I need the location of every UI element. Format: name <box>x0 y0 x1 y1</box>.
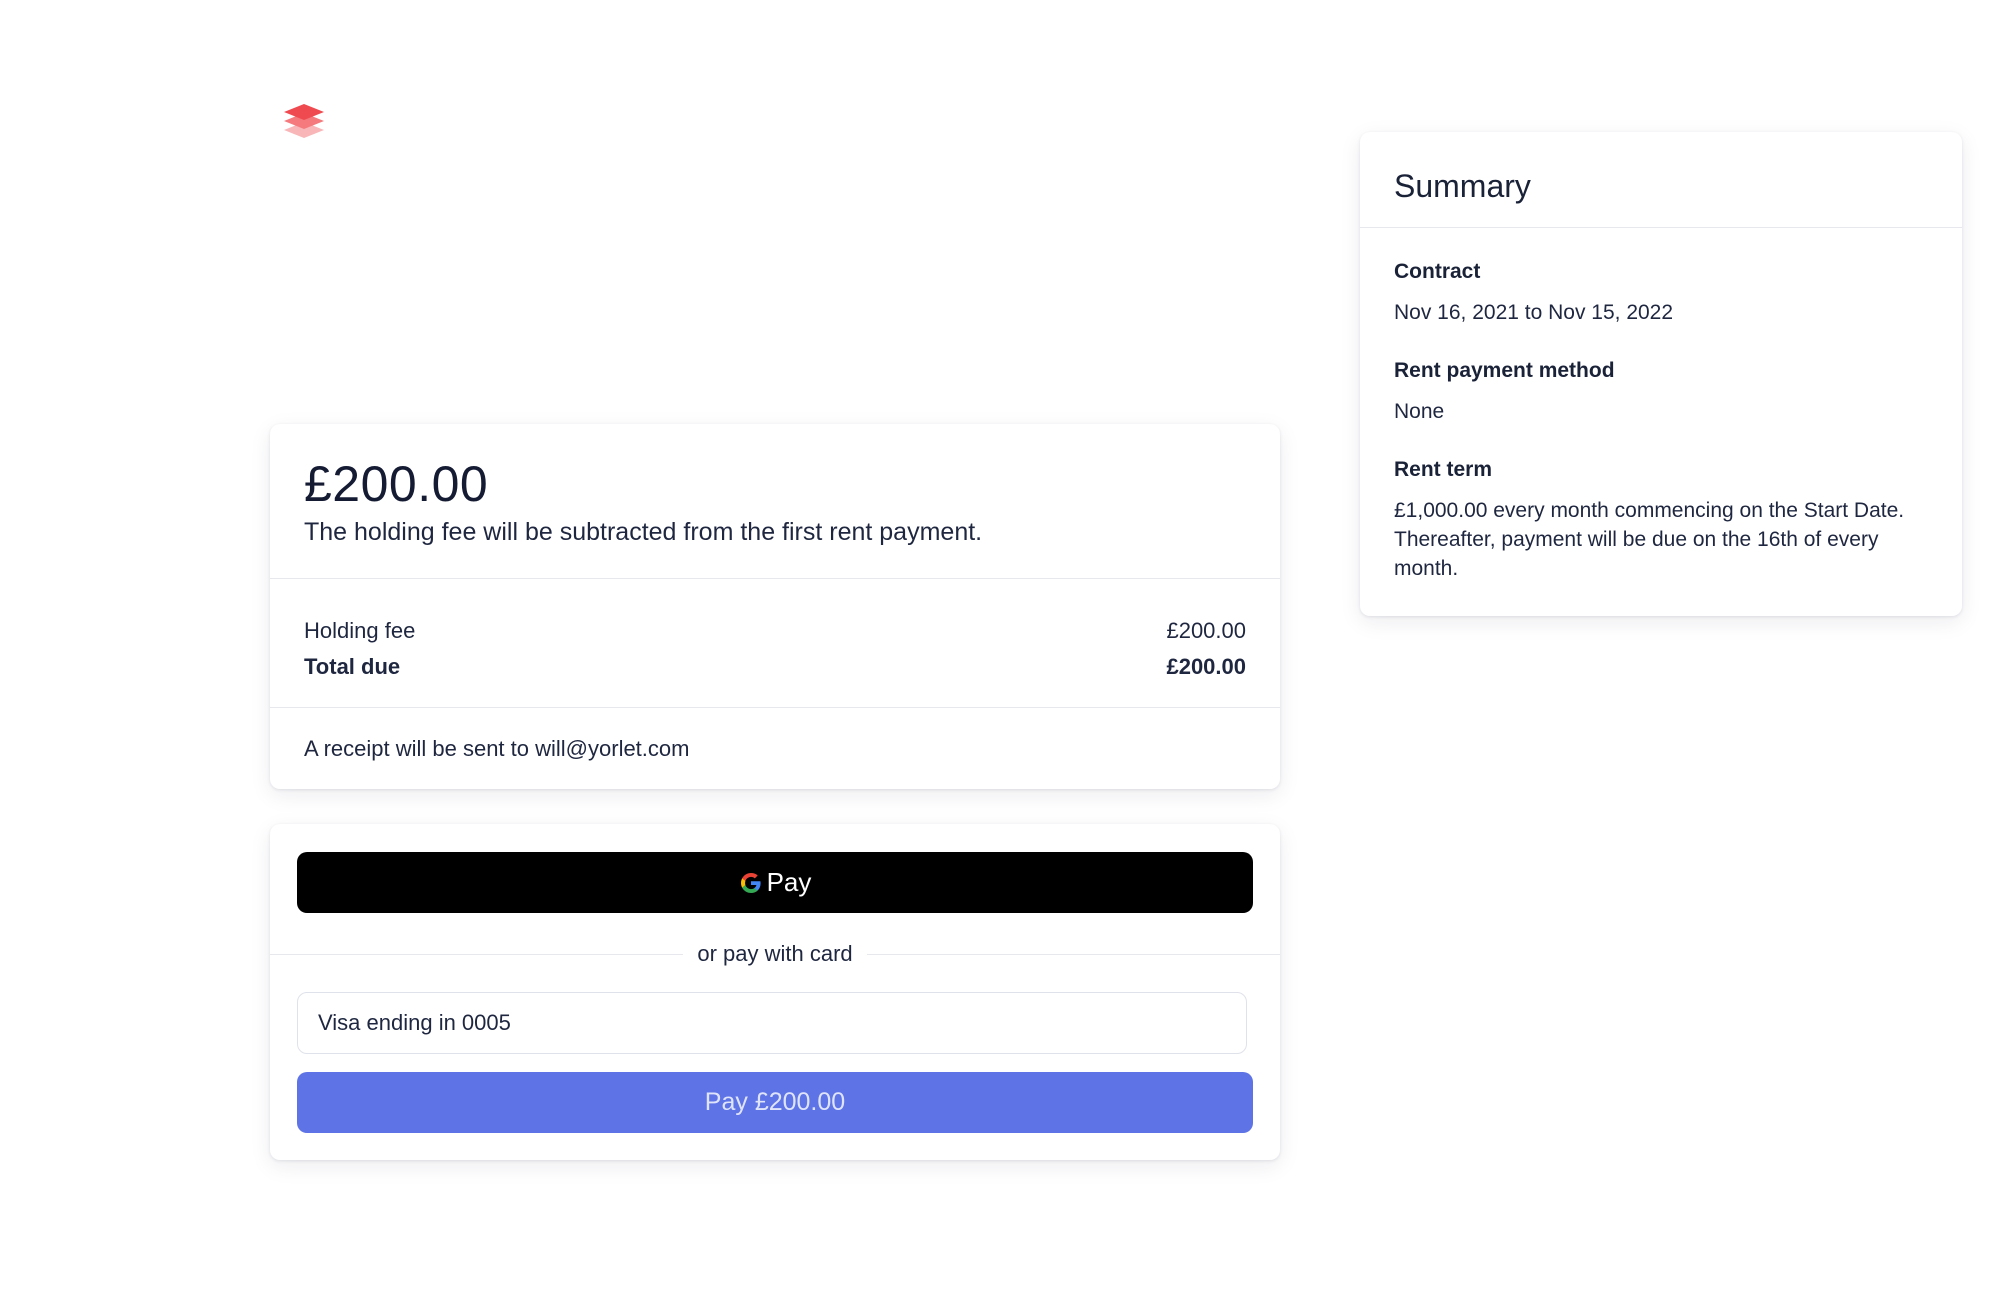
total-label: Total due <box>304 654 401 679</box>
total-value: £200.00 <box>1166 654 1246 679</box>
summary-title: Summary <box>1360 132 1962 228</box>
line-item-value: £200.00 <box>1166 618 1246 643</box>
amount-description: The holding fee will be subtracted from … <box>304 518 983 546</box>
summary-body: Contract Nov 16, 2021 to Nov 15, 2022 Re… <box>1360 228 1962 583</box>
line-item-holding-fee: Holding fee £200.00 <box>304 613 1246 649</box>
google-pay-button[interactable]: Pay <box>297 852 1253 913</box>
payment-method-label: Rent payment method <box>1394 359 1615 382</box>
payment-method-value: None <box>1394 400 1445 423</box>
google-g-icon <box>740 872 761 893</box>
summary-card: Summary Contract Nov 16, 2021 to Nov 15,… <box>1360 132 1962 616</box>
saved-card-label: Visa ending in 0005 <box>318 1010 511 1035</box>
divider-label: or pay with card <box>270 940 1280 968</box>
amount-header: £200.00 The holding fee will be subtract… <box>270 424 1280 579</box>
payment-details-card: £200.00 The holding fee will be subtract… <box>270 424 1280 789</box>
line-item-total: Total due £200.00 <box>304 649 1246 685</box>
pay-button[interactable]: Pay £200.00 <box>297 1072 1253 1133</box>
receipt-notice: A receipt will be sent to will@yorlet.co… <box>304 736 690 761</box>
line-item-label: Holding fee <box>304 618 416 643</box>
contract-section: Contract Nov 16, 2021 to Nov 15, 2022 <box>1394 258 1928 327</box>
payment-method-card: Pay or pay with card Visa ending in 0005… <box>270 824 1280 1160</box>
rent-term-label: Rent term <box>1394 458 1493 481</box>
payment-method-section: Rent payment method None <box>1394 357 1928 426</box>
amount-due: £200.00 <box>304 456 489 512</box>
line-items: Holding fee £200.00 Total due £200.00 <box>270 579 1280 708</box>
saved-card-select[interactable]: Visa ending in 0005 <box>297 992 1247 1054</box>
google-pay-label: Pay <box>766 867 812 897</box>
brand-logo-icon <box>280 96 328 144</box>
rent-term-value: £1,000.00 every month commencing on the … <box>1394 499 1905 580</box>
contract-label: Contract <box>1394 260 1481 283</box>
rent-term-section: Rent term £1,000.00 every month commenci… <box>1394 456 1928 583</box>
contract-value: Nov 16, 2021 to Nov 15, 2022 <box>1394 301 1674 324</box>
